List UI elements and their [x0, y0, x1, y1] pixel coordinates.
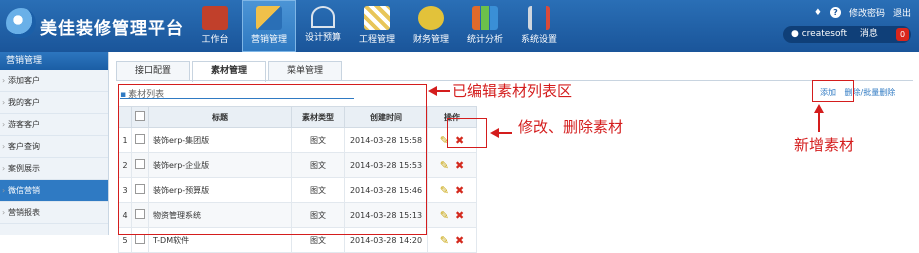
sidebar-item-add-customer[interactable]: 添加客户 [0, 70, 108, 92]
row-actions: ✎ ✖ [427, 177, 477, 203]
annotation-actions-arrowhead [490, 128, 499, 138]
delete-icon[interactable]: ✖ [455, 159, 464, 172]
sidebar-item-wechat-marketing[interactable]: 微信营销 [0, 180, 108, 202]
delete-icon[interactable]: ✖ [455, 209, 464, 222]
tools-icon [528, 6, 550, 30]
comment-icon[interactable]: ♦ [814, 8, 822, 18]
logo-icon [6, 8, 36, 38]
delete-icon[interactable]: ✖ [455, 234, 464, 247]
tab-material-management[interactable]: 素材管理 [192, 61, 266, 82]
annotation-actions-box [447, 118, 487, 148]
row-actions: ✎ ✖ [427, 202, 477, 228]
sidebar: 营销管理 添加客户 我的客户 游客客户 客户查询 案例展示 微信营销 营销报表 [0, 52, 109, 235]
nav-design-budget[interactable]: 设计预算 [296, 0, 350, 52]
row-checkbox[interactable] [135, 234, 145, 244]
annotation-add-box [812, 80, 854, 102]
annotation-add-arrow-line [818, 112, 820, 132]
user-box[interactable]: ● createsoft 消息 0 [783, 26, 911, 43]
top-bar: 美佳装修管理平台 工作台 营销管理 设计预算 工程管理 财务管理 统计分析 系统… [0, 0, 919, 52]
bar-chart-icon [472, 6, 498, 30]
nav-marketing[interactable]: 营销管理 [242, 0, 296, 52]
nav-workbench[interactable]: 工作台 [188, 0, 242, 52]
top-right-links: ♦ ? 修改密码 退出 [814, 6, 911, 19]
edit-icon[interactable]: ✎ [440, 209, 449, 222]
nav-label: 营销管理 [250, 35, 287, 45]
main-nav: 工作台 营销管理 设计预算 工程管理 财务管理 统计分析 系统设置 [188, 0, 566, 52]
annotation-list-arrow-line [436, 90, 450, 92]
book-icon [202, 6, 228, 30]
annotation-list-label: 已编辑素材列表区 [452, 82, 573, 100]
nav-label: 工程管理 [358, 35, 395, 45]
ruler-icon [256, 6, 282, 30]
coins-icon [418, 6, 444, 30]
logout-link[interactable]: 退出 [893, 6, 911, 19]
help-icon[interactable]: ? [829, 7, 841, 18]
messages-label[interactable]: 消息 [860, 29, 878, 39]
sidebar-item-visitor-customers[interactable]: 游客客户 [0, 114, 108, 136]
sidebar-item-customer-query[interactable]: 客户查询 [0, 136, 108, 158]
tab-interface-config[interactable]: 接口配置 [116, 61, 190, 81]
barrier-icon [364, 6, 390, 30]
sidebar-item-my-customers[interactable]: 我的客户 [0, 92, 108, 114]
nav-system-settings[interactable]: 系统设置 [512, 0, 566, 52]
annotation-list-box [118, 84, 427, 235]
row-actions: ✎ ✖ [427, 152, 477, 178]
row-actions: ✎ ✖ [427, 227, 477, 253]
nav-label: 工作台 [201, 35, 229, 45]
nav-statistics[interactable]: 统计分析 [458, 0, 512, 52]
delete-icon[interactable]: ✖ [455, 184, 464, 197]
edit-icon[interactable]: ✎ [440, 234, 449, 247]
tab-bar: 接口配置 素材管理 菜单管理 [116, 61, 344, 82]
nav-label: 财务管理 [412, 35, 449, 45]
annotation-list-arrowhead [428, 86, 437, 96]
compass-icon [311, 6, 335, 28]
sidebar-item-marketing-report[interactable]: 营销报表 [0, 202, 108, 224]
nav-label: 统计分析 [466, 35, 503, 45]
username: createsoft [801, 29, 848, 39]
app-title: 美佳装修管理平台 [40, 19, 184, 39]
nav-label: 设计预算 [304, 33, 341, 43]
sidebar-title: 营销管理 [0, 52, 108, 70]
nav-engineering[interactable]: 工程管理 [350, 0, 404, 52]
annotation-add-label: 新增素材 [794, 136, 855, 154]
sidebar-item-case-showcase[interactable]: 案例展示 [0, 158, 108, 180]
edit-icon[interactable]: ✎ [440, 184, 449, 197]
message-count-badge[interactable]: 0 [896, 28, 909, 41]
annotation-actions-arrow-line [498, 132, 512, 134]
edit-icon[interactable]: ✎ [440, 159, 449, 172]
nav-finance[interactable]: 财务管理 [404, 0, 458, 52]
nav-label: 系统设置 [520, 35, 557, 45]
change-password-link[interactable]: 修改密码 [849, 6, 885, 19]
user-icon: ● [791, 29, 799, 39]
tab-menu-management[interactable]: 菜单管理 [268, 61, 342, 81]
annotation-actions-label: 修改、删除素材 [518, 118, 624, 136]
